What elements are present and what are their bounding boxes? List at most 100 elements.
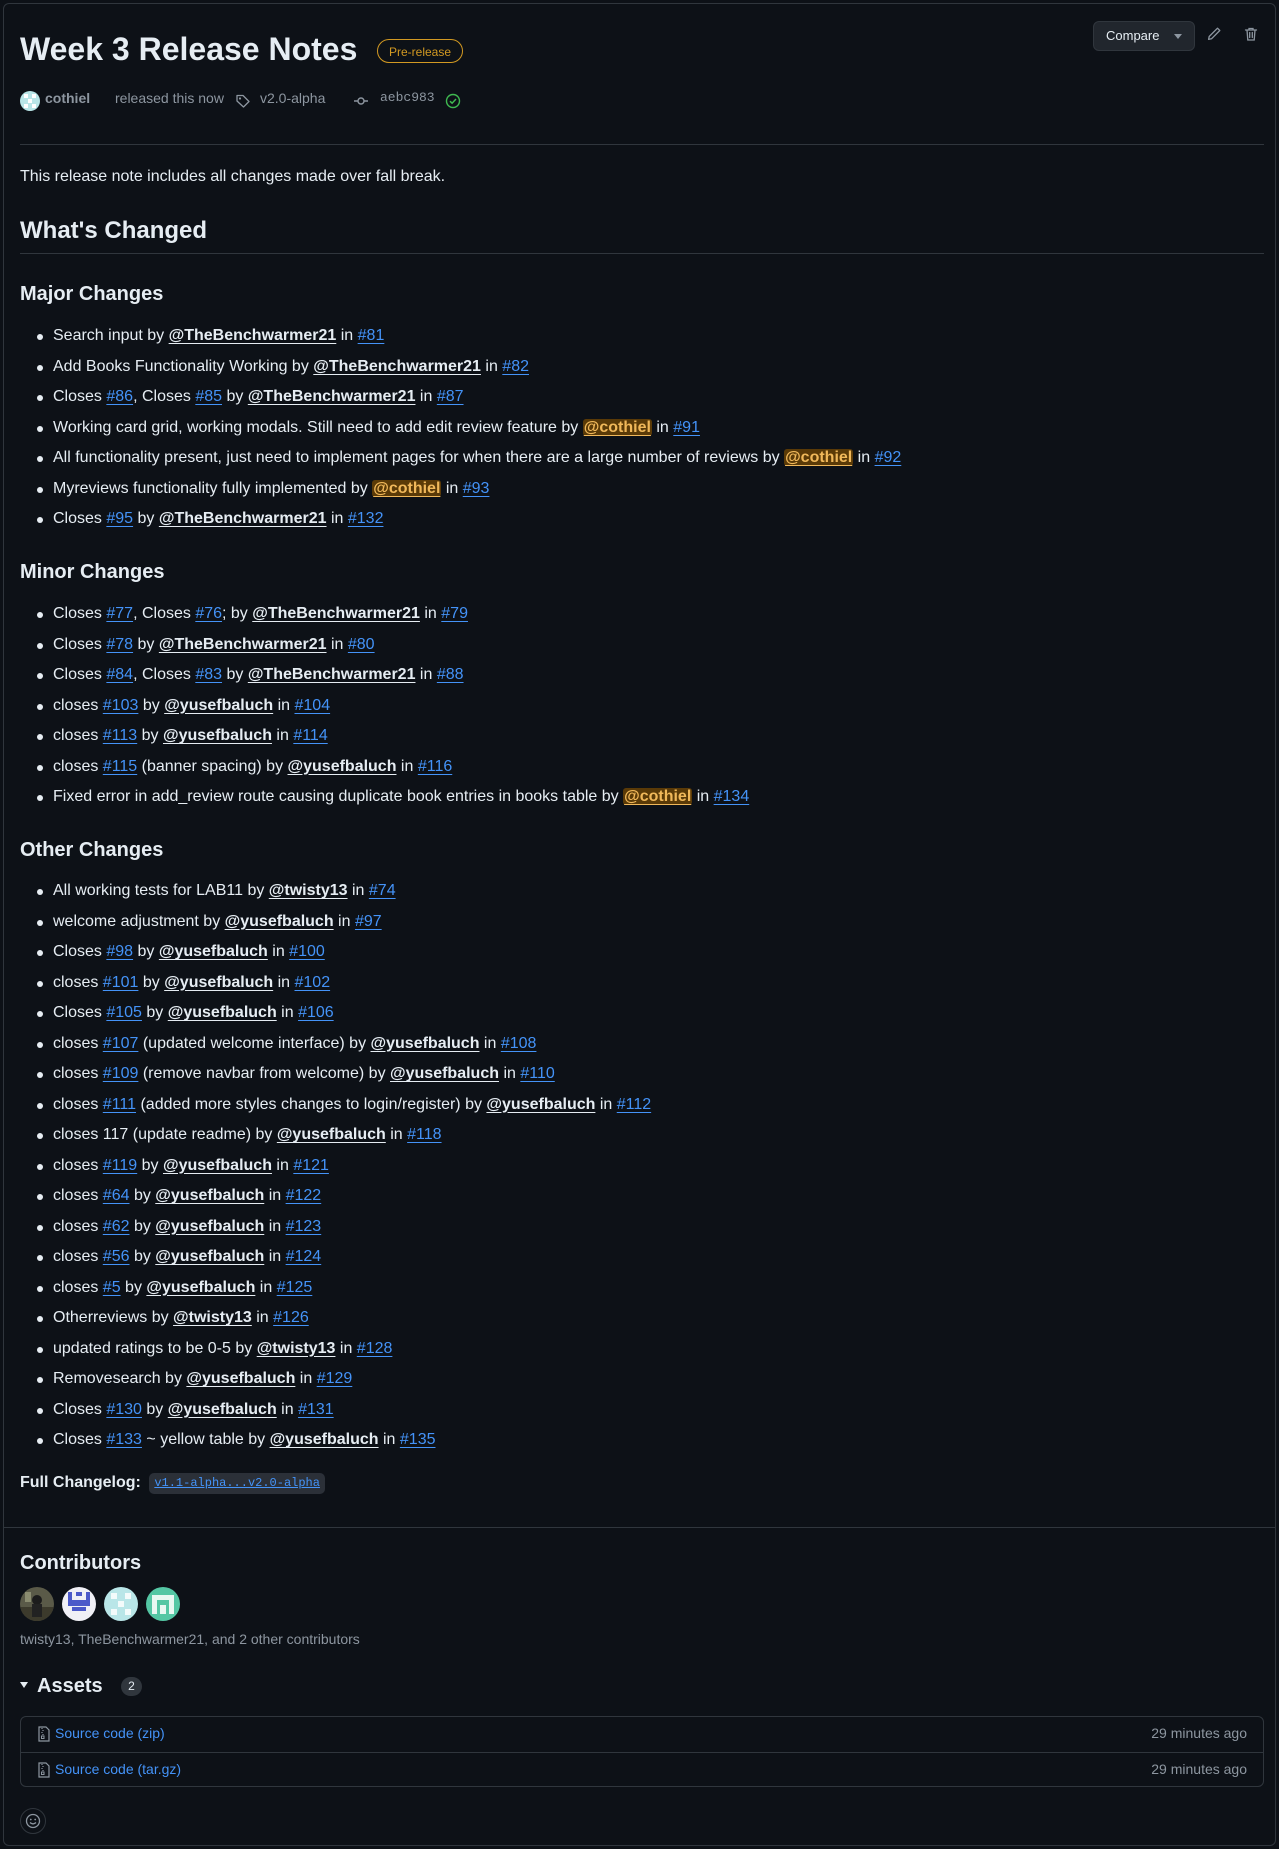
issue-link[interactable]: #123 (286, 1218, 322, 1235)
asset-link[interactable]: Source code (tar.gz) (55, 1761, 181, 1777)
user-mention[interactable]: @yusefbaluch (486, 1096, 595, 1113)
issue-link[interactable]: #98 (106, 943, 133, 960)
issue-link[interactable]: #81 (358, 327, 385, 344)
issue-link[interactable]: #102 (295, 974, 331, 991)
issue-link[interactable]: #85 (195, 388, 222, 405)
user-mention[interactable]: @cothiel (784, 449, 854, 466)
user-mention[interactable]: @TheBenchwarmer21 (159, 636, 327, 653)
issue-link[interactable]: #111 (103, 1096, 136, 1113)
issue-link[interactable]: #76 (195, 605, 222, 622)
issue-link[interactable]: #107 (103, 1035, 139, 1052)
user-mention[interactable]: @yusefbaluch (163, 1157, 272, 1174)
issue-link[interactable]: #126 (273, 1309, 309, 1326)
issue-link[interactable]: #74 (369, 882, 396, 899)
issue-link[interactable]: #109 (103, 1065, 139, 1082)
user-mention[interactable]: @yusefbaluch (186, 1370, 295, 1387)
user-mention[interactable]: @TheBenchwarmer21 (248, 388, 416, 405)
issue-link[interactable]: #92 (875, 449, 902, 466)
issue-link[interactable]: #100 (289, 943, 325, 960)
user-mention[interactable]: @TheBenchwarmer21 (313, 358, 481, 375)
user-mention[interactable]: @cothiel (623, 788, 693, 805)
issue-link[interactable]: #79 (441, 605, 468, 622)
issue-link[interactable]: #62 (103, 1218, 130, 1235)
issue-link[interactable]: #115 (103, 758, 137, 775)
user-mention[interactable]: @yusefbaluch (164, 974, 273, 991)
user-mention[interactable]: @yusefbaluch (155, 1218, 264, 1235)
user-mention[interactable]: @yusefbaluch (288, 758, 397, 775)
user-mention[interactable]: @yusefbaluch (155, 1187, 264, 1204)
add-reaction-button[interactable] (20, 1808, 46, 1834)
tag-link[interactable]: v2.0-alpha (260, 90, 325, 106)
edit-release-button[interactable] (1204, 24, 1224, 44)
contributor-avatar[interactable] (62, 1587, 96, 1621)
issue-link[interactable]: #135 (400, 1431, 436, 1448)
issue-link[interactable]: #82 (502, 358, 529, 375)
user-mention[interactable]: @TheBenchwarmer21 (248, 666, 416, 683)
user-mention[interactable]: @yusefbaluch (159, 943, 268, 960)
issue-link[interactable]: #122 (286, 1187, 322, 1204)
issue-link[interactable]: #64 (103, 1187, 130, 1204)
issue-link[interactable]: #93 (463, 480, 490, 497)
issue-link[interactable]: #78 (106, 636, 133, 653)
user-mention[interactable]: @yusefbaluch (164, 697, 273, 714)
issue-link[interactable]: #91 (673, 419, 700, 436)
issue-link[interactable]: #130 (106, 1401, 142, 1418)
issue-link[interactable]: #116 (418, 758, 452, 775)
user-mention[interactable]: @yusefbaluch (225, 913, 334, 930)
issue-link[interactable]: #133 (106, 1431, 142, 1448)
issue-link[interactable]: #121 (293, 1157, 329, 1174)
issue-link[interactable]: #131 (298, 1401, 334, 1418)
issue-link[interactable]: #77 (106, 605, 133, 622)
issue-link[interactable]: #105 (106, 1004, 142, 1021)
user-mention[interactable]: @yusefbaluch (168, 1401, 277, 1418)
issue-link[interactable]: #128 (357, 1340, 393, 1357)
issue-link[interactable]: #103 (103, 697, 139, 714)
user-mention[interactable]: @cothiel (582, 418, 652, 436)
asset-link[interactable]: Source code (zip) (55, 1725, 165, 1741)
user-mention[interactable]: @TheBenchwarmer21 (169, 327, 337, 344)
user-mention[interactable]: @twisty13 (269, 882, 348, 899)
user-mention[interactable]: @twisty13 (173, 1309, 252, 1326)
issue-link[interactable]: #106 (298, 1004, 334, 1021)
issue-link[interactable]: #132 (348, 510, 384, 527)
user-mention[interactable]: @TheBenchwarmer21 (159, 510, 327, 527)
issue-link[interactable]: #110 (520, 1065, 554, 1082)
user-mention[interactable]: @TheBenchwarmer21 (252, 605, 420, 622)
issue-link[interactable]: #118 (407, 1126, 441, 1143)
issue-link[interactable]: #129 (317, 1370, 353, 1387)
issue-link[interactable]: #87 (437, 388, 464, 405)
issue-link[interactable]: #114 (293, 727, 327, 744)
user-mention[interactable]: @yusefbaluch (163, 727, 272, 744)
issue-link[interactable]: #113 (103, 727, 137, 744)
issue-link[interactable]: #125 (277, 1279, 313, 1296)
delete-release-button[interactable] (1241, 24, 1261, 44)
issue-link[interactable]: #124 (286, 1248, 322, 1265)
contributor-avatar[interactable] (104, 1587, 138, 1621)
issue-link[interactable]: #101 (103, 974, 139, 991)
issue-link[interactable]: #119 (103, 1157, 137, 1174)
issue-link[interactable]: #104 (295, 697, 331, 714)
user-mention[interactable]: @yusefbaluch (371, 1035, 480, 1052)
author-avatar[interactable] (20, 91, 40, 111)
contributor-avatar[interactable] (146, 1587, 180, 1621)
user-mention[interactable]: @twisty13 (257, 1340, 336, 1357)
issue-link[interactable]: #84 (106, 666, 133, 683)
user-mention[interactable]: @yusefbaluch (146, 1279, 255, 1296)
issue-link[interactable]: #134 (714, 788, 750, 805)
user-mention[interactable]: @yusefbaluch (155, 1248, 264, 1265)
issue-link[interactable]: #83 (195, 666, 222, 683)
issue-link[interactable]: #112 (617, 1096, 651, 1113)
verified-check-icon[interactable] (445, 93, 461, 109)
issue-link[interactable]: #88 (437, 666, 464, 683)
user-mention[interactable]: @cothiel (372, 479, 442, 497)
changelog-compare-link[interactable]: v1.1-alpha...v2.0-alpha (149, 1473, 325, 1494)
issue-link[interactable]: #95 (106, 510, 133, 527)
user-mention[interactable]: @yusefbaluch (277, 1126, 386, 1143)
issue-link[interactable]: #108 (501, 1035, 537, 1052)
issue-link[interactable]: #97 (355, 913, 382, 930)
user-mention[interactable]: @yusefbaluch (390, 1065, 499, 1082)
compare-button[interactable]: Compare (1093, 21, 1195, 51)
issue-link[interactable]: #56 (103, 1248, 130, 1265)
commit-link[interactable]: aebc983 (380, 90, 435, 105)
issue-link[interactable]: #86 (106, 388, 133, 405)
